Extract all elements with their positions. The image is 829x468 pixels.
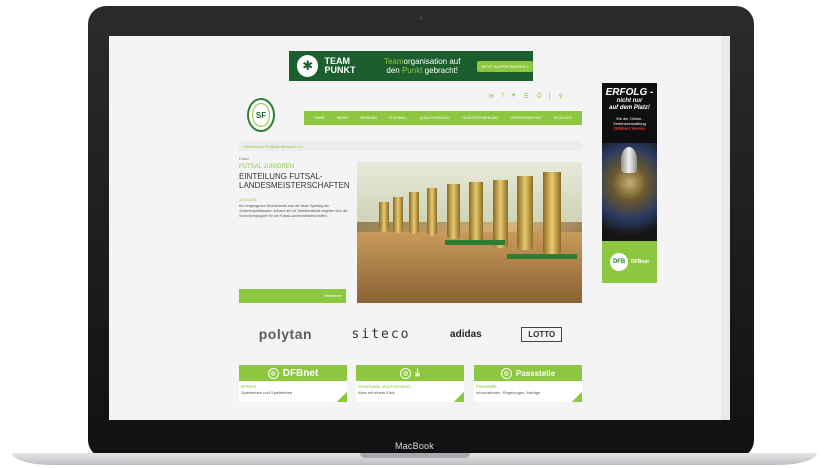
article-teaser: Am vergangenen Wochenende war der letzte…	[239, 204, 348, 218]
sky-ad-foot-label: DFBnet	[631, 259, 649, 265]
banner-brand-line2: PUNKT	[324, 65, 356, 75]
nav-item-news[interactable]: News	[337, 116, 348, 120]
main-navigation: Home News Verband Fussball Qualifizierun…	[304, 111, 582, 125]
nav-item-soziales[interactable]: Sozialeg	[554, 116, 572, 120]
download-icon: ⤓	[415, 366, 420, 379]
breadcrumb[interactable]: Sächsischer Fußball-Verband e.V.	[239, 141, 582, 151]
trophy-shape	[493, 180, 508, 248]
tile-dfbnet-header: ◎ DFBnet	[239, 365, 347, 381]
sponsor-polytan[interactable]: polytan	[259, 326, 312, 342]
tile-downloads-title: Downloads und Formulare	[358, 384, 411, 389]
mail-icon[interactable]: ✉	[489, 93, 494, 100]
rss-icon[interactable]: ☰	[523, 93, 528, 100]
sky-ad-footer: DFB DFBnet	[602, 241, 657, 283]
laptop-notch	[360, 453, 470, 458]
tile-dfbnet-sub: Spielbetrieb und Spielbetrieb	[241, 390, 293, 395]
dfb-icon: ◎	[267, 367, 279, 379]
sky-ad-title: ERFOLG -	[605, 87, 654, 98]
camera-dot	[419, 16, 423, 20]
article-headline[interactable]: EINTEILUNG FUTSAL-LANDESMEISTERSCHAFTEN	[239, 172, 357, 190]
tile-dfbnet-head-label: DFBnet	[282, 367, 319, 379]
device-brand-label: MacBook	[395, 441, 434, 451]
print-icon[interactable]: ⎙	[537, 93, 542, 100]
dfb-icon: ◎	[400, 367, 412, 379]
article-date: 16.12.2016	[239, 198, 257, 202]
trophy-icon	[621, 147, 637, 173]
tile-passstelle[interactable]: ◎ Passstelle Passstelle Informationen, R…	[474, 365, 582, 402]
sponsor-lotto[interactable]: LOTTO	[521, 326, 563, 342]
trophy-shape	[409, 192, 419, 234]
trophy-base	[507, 254, 577, 259]
dfb-icon: DFB	[610, 253, 629, 271]
pass-icon: ◎	[500, 367, 512, 379]
tile-arrow-icon	[454, 392, 464, 402]
nav-item-verband[interactable]: Verband	[360, 116, 377, 120]
banner-slogan-3: gebracht!	[424, 66, 459, 75]
browser-screen: ✱ TEAM PUNKT Teamorganisation auf den Pu…	[109, 36, 730, 420]
tile-downloads-sub: Alles mit einem Klick	[358, 390, 395, 395]
sky-ad-small: Mit der Online- Vereinsverwaltung	[602, 116, 657, 126]
nav-item-vereinsservice[interactable]: Vereinsservice	[510, 116, 542, 120]
trophy-shape	[379, 202, 389, 232]
tile-passstelle-title: Passstelle	[476, 384, 497, 389]
tile-passstelle-sub: Informationen, Regelungen, Anträge	[476, 390, 541, 395]
article-kicker: FUTSAL JUNIOREN	[239, 164, 295, 170]
banner-brand: TEAM PUNKT	[324, 57, 363, 75]
sponsor-siteco[interactable]: siteco	[352, 327, 411, 342]
trophy-shape	[447, 184, 460, 239]
nav-item-fussball[interactable]: Fussball	[389, 116, 407, 120]
sky-ad-sub1: nicht nur	[616, 98, 643, 104]
dfbnet-skyscraper-ad[interactable]: ERFOLG - nicht nur auf dem Platz! Mit de…	[602, 83, 657, 283]
trophy-shape	[543, 172, 561, 254]
article-category: Futsal	[239, 157, 249, 161]
tile-arrow-icon	[572, 392, 582, 402]
twitter-icon[interactable]: ♥	[512, 93, 516, 99]
read-more-button[interactable]: Weiterlesen	[239, 289, 346, 303]
facebook-icon[interactable]: f	[502, 93, 504, 99]
featured-article: Futsal FUTSAL JUNIOREN EINTEILUNG FUTSAL…	[239, 157, 357, 219]
teampunkt-logo-icon: ✱	[297, 55, 319, 77]
sfv-logo-mark: SF	[252, 103, 270, 127]
trophy-base	[445, 240, 505, 245]
social-icons-bar: ✉ f ♥ ☰ ⎙ ⚲	[489, 92, 563, 100]
nav-item-home[interactable]: Home	[314, 116, 325, 120]
teampunkt-banner-ad[interactable]: ✱ TEAM PUNKT Teamorganisation auf den Pu…	[289, 51, 534, 81]
trophy-shape	[393, 197, 403, 233]
sky-ad-sub2: auf dem Platz!	[609, 105, 650, 111]
banner-slogan: Teamorganisation auf den Punkt gebracht!	[373, 57, 471, 75]
article-hero-image[interactable]	[357, 162, 582, 303]
trophy-shape	[517, 176, 533, 250]
sfv-logo[interactable]: SF	[247, 98, 275, 132]
banner-slogan-hl: Team	[383, 57, 404, 66]
banner-slogan-hl2: Punkt	[401, 66, 423, 75]
tile-passstelle-header: ◎ Passstelle	[474, 365, 582, 381]
tile-downloads-header: ◎ ⤓	[356, 365, 464, 381]
sky-ad-red: DFBnet Verein	[614, 126, 645, 131]
trophy-shape	[427, 188, 437, 236]
search-icon[interactable]: ⚲	[558, 93, 562, 100]
tile-dfbnet-title: DFBnet	[241, 384, 257, 389]
banner-cta-button[interactable]: JETZT AUSPROBIEREN >	[476, 60, 534, 72]
nav-item-qualifizierung[interactable]: Qualifizierung	[419, 116, 449, 120]
tile-downloads[interactable]: ◎ ⤓ Downloads und Formulare Alles mit ei…	[356, 365, 464, 402]
page-scrollbar[interactable]	[721, 36, 730, 420]
tile-arrow-icon	[337, 392, 347, 402]
nav-item-talentfoerderung[interactable]: Talentförderung	[462, 116, 499, 120]
banner-slogan-1: organisation auf	[403, 57, 461, 66]
tile-passstelle-head-label: Passstelle	[515, 368, 556, 378]
tile-dfbnet[interactable]: ◎ DFBnet DFBnet Spielbetrieb und Spielbe…	[239, 365, 347, 402]
sponsor-logos: polytan siteco adidas LOTTO	[239, 319, 582, 349]
divider	[549, 92, 551, 100]
trophy-shape	[469, 182, 483, 244]
banner-slogan-2: den	[386, 66, 400, 75]
sponsor-adidas[interactable]: adidas	[450, 329, 482, 340]
